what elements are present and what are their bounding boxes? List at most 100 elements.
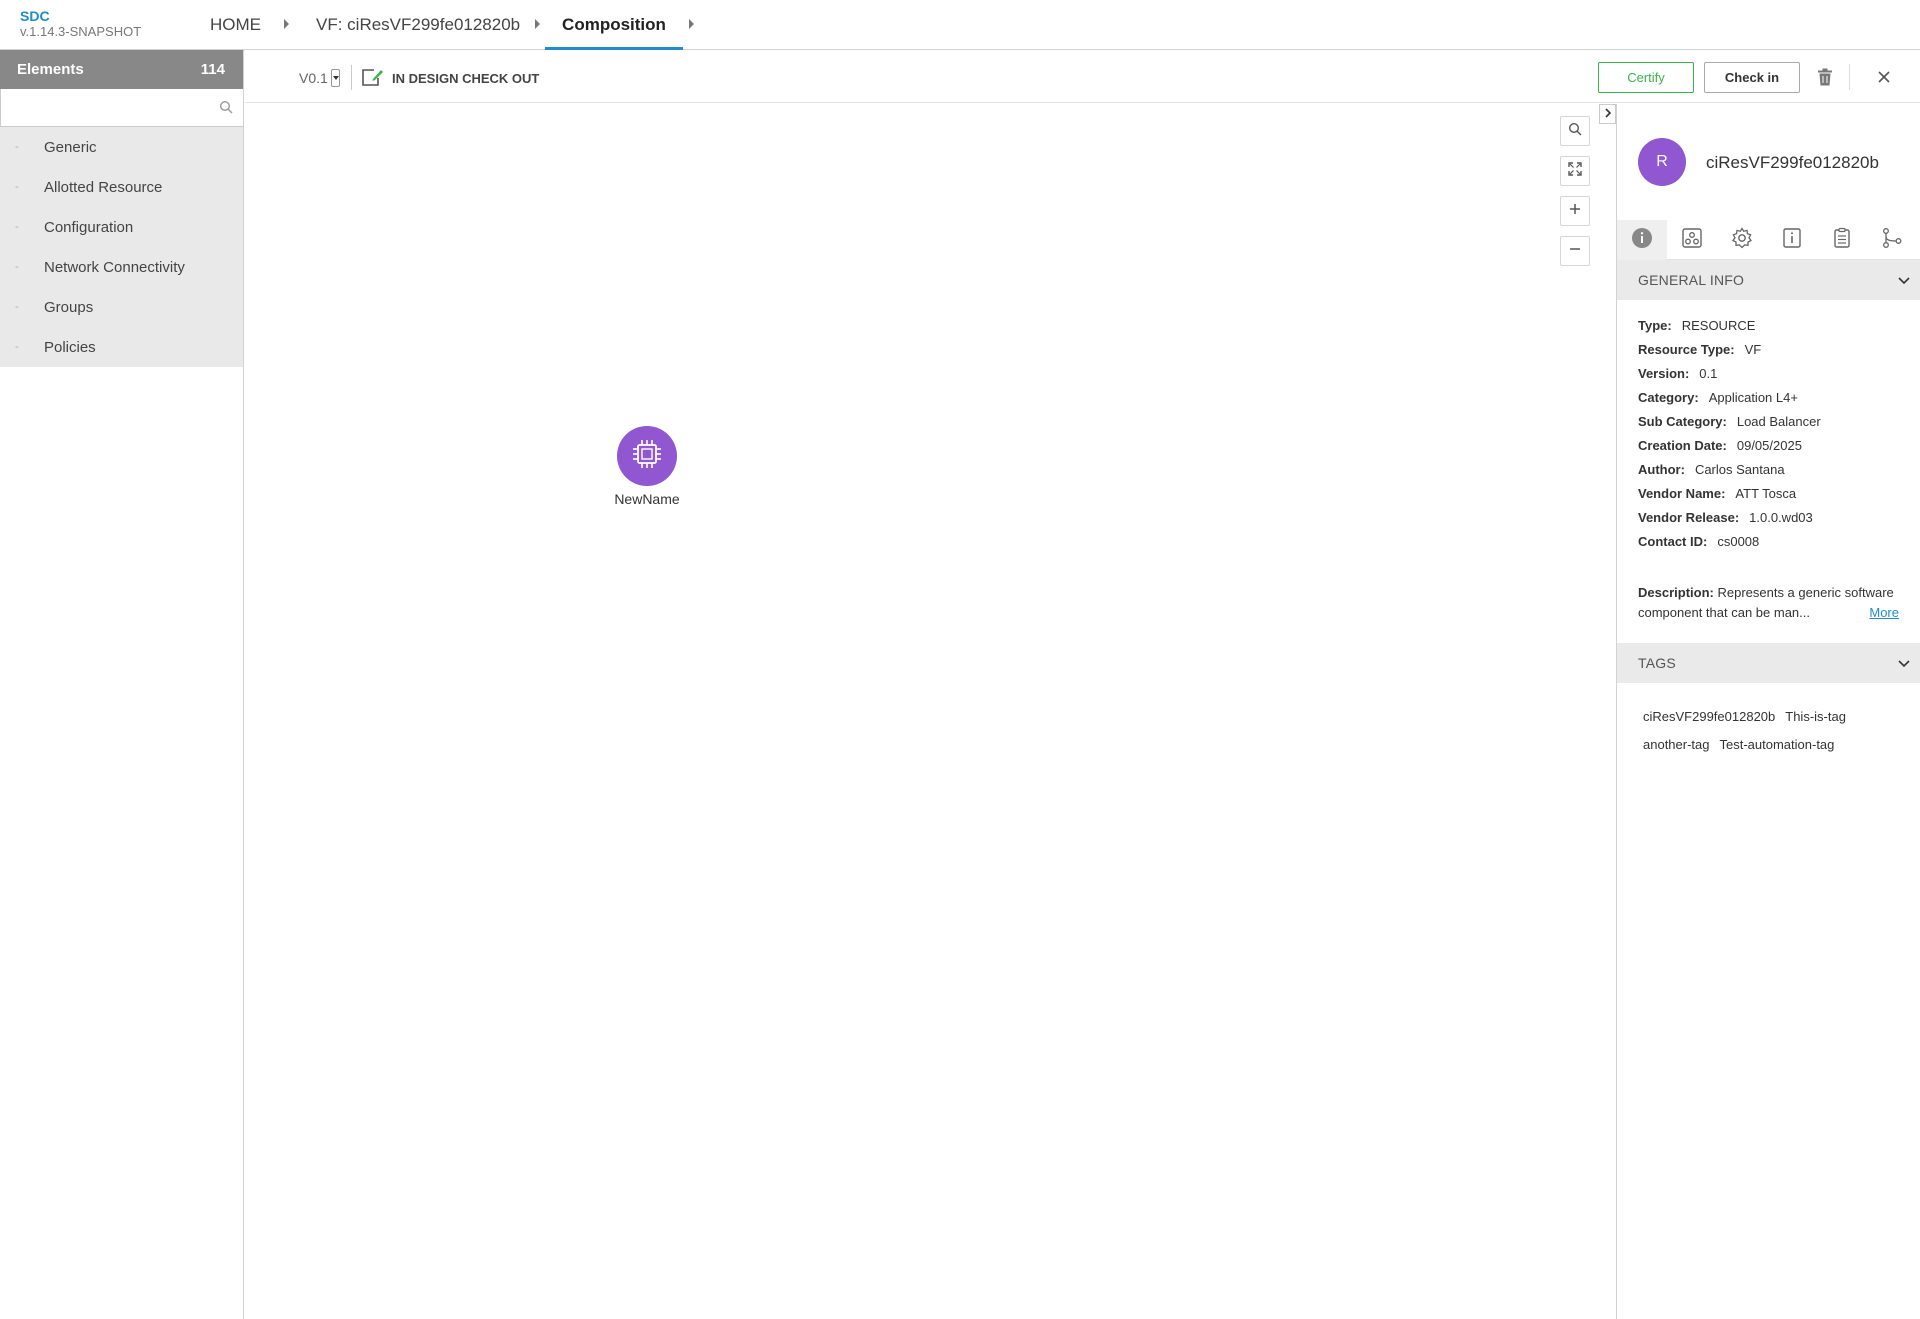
description: Description: Represents a generic softwa… <box>1638 583 1906 623</box>
info-label: Sub Category: <box>1638 414 1727 429</box>
palette-title: Elements <box>17 61 84 78</box>
toolbar-divider <box>1849 64 1850 90</box>
node-label: NewName <box>614 491 680 507</box>
breadcrumb-vf[interactable]: VF: ciResVF299fe012820b <box>316 14 520 36</box>
tab-artifacts[interactable] <box>1817 220 1867 260</box>
canvas-search-button[interactable] <box>1560 116 1590 146</box>
tag: ciResVF299fe012820b <box>1643 709 1776 724</box>
panel-title: ciResVF299fe012820b <box>1706 153 1879 172</box>
collapse-dash-icon: - <box>15 261 19 273</box>
section-title: TAGS <box>1638 655 1676 671</box>
palette-group-label: Generic <box>44 138 97 156</box>
status-text: IN DESIGN CHECK OUT <box>392 71 540 86</box>
lifecycle-status: IN DESIGN CHECK OUT <box>361 67 539 90</box>
palette-group-policies[interactable]: - Policies <box>0 327 243 367</box>
info-row-resource-type: Resource Type: VF <box>1638 338 1899 362</box>
info-label: Type: <box>1638 318 1672 333</box>
palette-search-input[interactable] <box>1 89 243 126</box>
chevron-down-icon[interactable] <box>1898 655 1910 671</box>
collapse-dash-icon: - <box>15 181 19 193</box>
version-value: V0.1 <box>299 70 328 86</box>
collapse-dash-icon: - <box>15 221 19 233</box>
workspace-toolbar: V0.1 IN DESIGN CHECK OUT Certify Check i… <box>245 50 1920 103</box>
palette-group-configuration[interactable]: - Configuration <box>0 207 243 247</box>
info-label: Author: <box>1638 462 1685 477</box>
breadcrumb-arrow-icon[interactable] <box>535 19 540 29</box>
tab-relations[interactable] <box>1867 220 1917 260</box>
description-label: Description: <box>1638 585 1714 600</box>
top-header: SDC v.1.14.3-SNAPSHOT HOME VF: ciResVF29… <box>0 0 1920 51</box>
info-label: Vendor Release: <box>1638 510 1740 525</box>
zoom-in-button[interactable] <box>1560 196 1590 226</box>
version-select[interactable]: V0.1 <box>299 69 340 87</box>
avatar: R <box>1638 138 1686 186</box>
composition-icon <box>1681 227 1703 254</box>
check-in-button[interactable]: Check in <box>1704 62 1800 93</box>
close-icon <box>1877 70 1891 87</box>
zoom-out-button[interactable] <box>1560 236 1590 266</box>
certify-button[interactable]: Certify <box>1598 62 1694 93</box>
collapse-dash-icon: - <box>15 341 19 353</box>
search-icon[interactable] <box>219 100 233 119</box>
brand[interactable]: SDC v.1.14.3-SNAPSHOT <box>20 8 141 40</box>
canvas-node[interactable]: NewName <box>602 426 692 507</box>
info-value: VF <box>1744 342 1762 357</box>
chevron-down-icon[interactable] <box>330 69 340 87</box>
tab-general-info[interactable] <box>1617 220 1667 260</box>
tag: Test-automation-tag <box>1719 737 1835 752</box>
composition-canvas[interactable]: NewName <box>245 104 1615 1319</box>
minus-icon <box>1569 242 1581 260</box>
tags-header[interactable]: TAGS <box>1617 643 1920 683</box>
general-info-body: Type: RESOURCE Resource Type: VF Version: 0… <box>1617 300 1920 623</box>
breadcrumb-composition[interactable]: Composition <box>545 14 683 51</box>
node-circle[interactable] <box>617 426 677 486</box>
toolbar-divider <box>351 65 352 90</box>
elements-palette: Elements 114 - Generic - Allotted Resource… <box>0 50 244 1319</box>
clipboard-icon <box>1831 227 1853 254</box>
tab-information[interactable] <box>1767 220 1817 260</box>
breadcrumb-home[interactable]: HOME <box>210 14 261 36</box>
checkout-edit-icon <box>361 67 385 90</box>
expand-icon <box>1568 161 1582 181</box>
info-row-creation-date: Creation Date: 09/05/2025 <box>1638 434 1899 458</box>
info-value: Carlos Santana <box>1694 462 1785 477</box>
info-value: 1.0.0.wd03 <box>1749 510 1813 525</box>
panel-tabs <box>1617 220 1920 260</box>
palette-group-generic[interactable]: - Generic <box>0 127 243 167</box>
chevron-down-icon[interactable] <box>1898 272 1910 288</box>
breadcrumb-arrow-icon[interactable] <box>284 19 289 29</box>
section-title: GENERAL INFO <box>1638 272 1745 288</box>
tag: another-tag <box>1643 737 1710 752</box>
tab-properties[interactable] <box>1717 220 1767 260</box>
info-label: Category: <box>1638 390 1699 405</box>
tab-composition[interactable] <box>1667 220 1717 260</box>
breadcrumb-arrow-icon[interactable] <box>689 19 694 29</box>
palette-count: 114 <box>200 61 225 78</box>
panel-collapse-toggle[interactable] <box>1599 104 1616 124</box>
info-value: ATT Tosca <box>1735 486 1797 501</box>
palette-header: Elements 114 <box>0 50 243 89</box>
general-info-header[interactable]: GENERAL INFO <box>1617 260 1920 300</box>
tags-body: ciResVF299fe012820b This-is-tag another-… <box>1617 683 1917 759</box>
info-row-version: Version: 0.1 <box>1638 362 1899 386</box>
chevron-right-icon <box>1604 105 1612 123</box>
delete-button[interactable] <box>1814 66 1836 90</box>
info-value: 09/05/2025 <box>1736 438 1802 453</box>
collapse-dash-icon: - <box>15 141 19 153</box>
info-row-category: Category: Application L4+ <box>1638 386 1899 410</box>
info-value: Application L4+ <box>1708 390 1798 405</box>
search-icon <box>1568 122 1582 141</box>
palette-group-list: - Generic - Allotted Resource - Configurati… <box>0 127 243 367</box>
more-link[interactable]: More <box>1869 603 1899 623</box>
palette-group-groups[interactable]: - Groups <box>0 287 243 327</box>
info-row-sub-category: Sub Category: Load Balancer <box>1638 410 1899 434</box>
brand-name: SDC <box>20 8 50 24</box>
info-value: Load Balancer <box>1736 414 1821 429</box>
info-row-vendor-name: Vendor Name: ATT Tosca <box>1638 482 1899 506</box>
fit-to-screen-button[interactable] <box>1560 156 1590 186</box>
info-box-icon <box>1781 227 1803 254</box>
palette-group-network-connectivity[interactable]: - Network Connectivity <box>0 247 243 287</box>
settings-icon <box>1731 226 1753 254</box>
palette-group-allotted-resource[interactable]: - Allotted Resource <box>0 167 243 207</box>
close-button[interactable] <box>1873 67 1895 89</box>
